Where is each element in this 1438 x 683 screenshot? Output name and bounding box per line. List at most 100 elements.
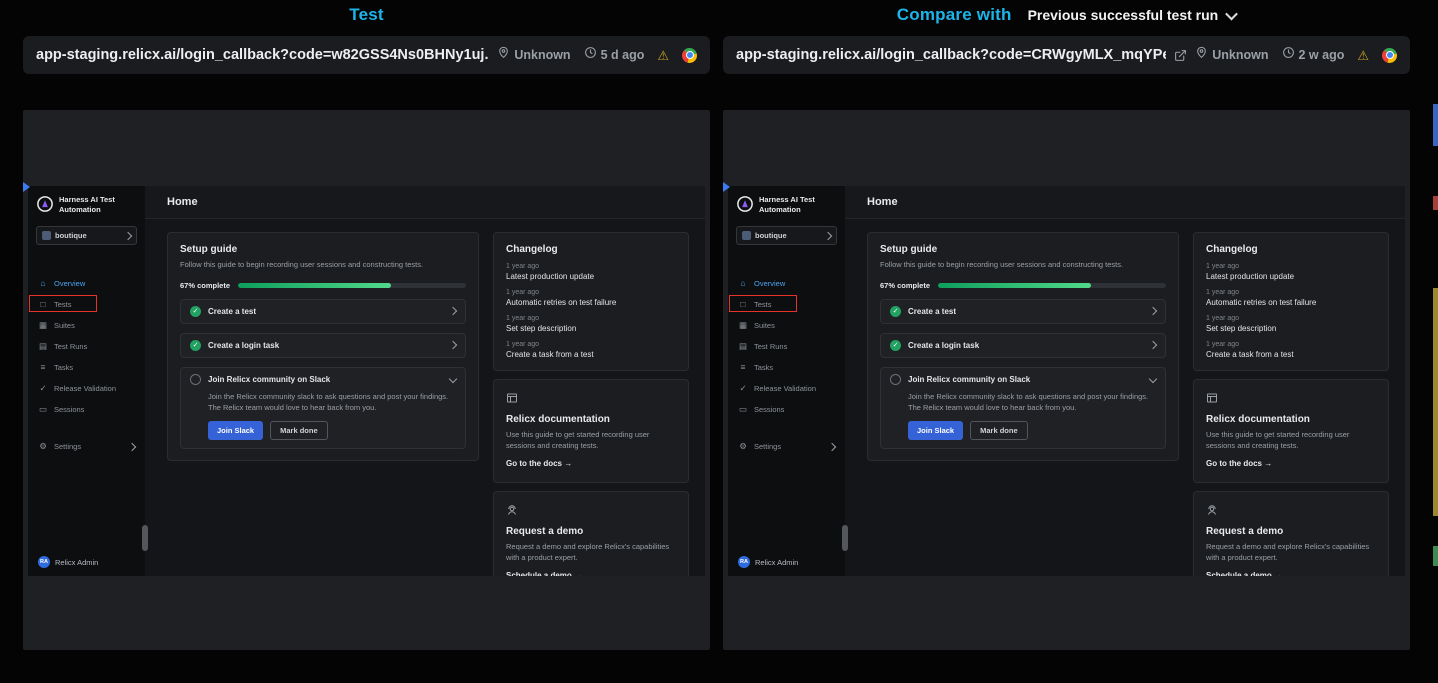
documentation-title: Relicx documentation [506, 414, 676, 425]
app-content: Setup guide Follow this guide to begin r… [145, 219, 705, 576]
setup-guide-card: Setup guide Follow this guide to begin r… [167, 232, 479, 461]
changelog-title: Changelog [506, 244, 676, 255]
chevron-right-icon [1149, 341, 1157, 349]
chevron-right-icon [1149, 307, 1157, 315]
brand-logo-icon [736, 195, 754, 218]
progress-bar [238, 283, 466, 288]
changelog-entry: 1 year ago Latest production update [1206, 263, 1376, 281]
sidebar-item-settings[interactable]: ⚙ Settings [728, 436, 845, 457]
setup-task-join-slack[interactable]: Join Relicx community on Slack Join the … [880, 367, 1166, 450]
chevron-right-icon [828, 442, 836, 450]
go-to-docs-link[interactable]: Go to the docs → [506, 459, 572, 468]
setup-task-create-login-task[interactable]: ✓ Create a login task [880, 333, 1166, 358]
changelog-entry: 1 year ago Create a task from a test [506, 341, 676, 359]
list-icon: ▤ [738, 342, 748, 351]
sidebar-item-overview[interactable]: ⌂ Overview [28, 273, 145, 294]
sidebar-item-suites[interactable]: ▦ Suites [728, 315, 845, 336]
setup-task-create-test[interactable]: ✓ Create a test [180, 299, 466, 324]
app-screenshot: Harness AI Test Automation boutique ⌂ Ov… [728, 186, 1405, 576]
documentation-icon [1206, 391, 1376, 409]
empty-circle-icon [890, 374, 901, 385]
sidebar-item-overview[interactable]: ⌂ Overview [728, 273, 845, 294]
time-group: 5 d ago [584, 46, 645, 64]
page-title: Home [867, 196, 898, 208]
setup-task-join-slack[interactable]: Join Relicx community on Slack Join the … [180, 367, 466, 450]
check-circle-icon: ✓ [190, 306, 201, 317]
task-description: Join the Relicx community slack to ask q… [208, 391, 456, 414]
home-icon: ⌂ [738, 279, 748, 288]
task-description: Join the Relicx community slack to ask q… [908, 391, 1156, 414]
join-slack-button[interactable]: Join Slack [908, 421, 963, 440]
sidebar-item-tasks[interactable]: ≡ Tasks [28, 357, 145, 378]
sidebar-item-test-runs[interactable]: ▤ Test Runs [728, 336, 845, 357]
app-main: Home Setup guide Follow this guide to be… [145, 186, 705, 576]
setup-task-create-login-task[interactable]: ✓ Create a login task [180, 333, 466, 358]
warning-icon: ⚠ [1357, 49, 1369, 62]
location-text: Unknown [1212, 48, 1268, 62]
setup-progress: 67% complete [180, 281, 466, 290]
clock-icon [584, 46, 597, 64]
sidebar-item-release-validation[interactable]: ✓ Release Validation [28, 378, 145, 399]
changelog-entry: 1 year ago Create a task from a test [1206, 341, 1376, 359]
url-text: app-staging.relicx.ai/login_callback?cod… [36, 47, 489, 63]
go-to-docs-link[interactable]: Go to the docs → [1206, 459, 1272, 468]
selection-marker-icon [23, 182, 30, 192]
time-ago-text: 2 w ago [1299, 48, 1345, 62]
project-selector[interactable]: boutique [736, 226, 837, 245]
project-selector[interactable]: boutique [36, 226, 137, 245]
external-link-icon[interactable] [1174, 49, 1187, 62]
user-name: Relicx Admin [755, 558, 798, 567]
sidebar-item-test-runs[interactable]: ▤ Test Runs [28, 336, 145, 357]
sidebar-collapse-handle[interactable] [842, 525, 848, 551]
project-name: boutique [755, 231, 821, 240]
brand-name: Harness AI Test Automation [59, 195, 123, 215]
user-account[interactable]: RA Relicx Admin [728, 548, 845, 576]
progress-label: 67% complete [880, 281, 930, 290]
sidebar-collapse-handle[interactable] [142, 525, 148, 551]
mark-done-button[interactable]: Mark done [970, 421, 1028, 440]
project-icon [742, 231, 751, 240]
changelog-entry: 1 year ago Automatic retries on test fai… [506, 289, 676, 307]
brand-name: Harness AI Test Automation [759, 195, 823, 215]
demo-body: Request a demo and explore Relicx's capa… [1206, 542, 1376, 564]
app-header: Home [845, 186, 1405, 219]
setup-task-create-test[interactable]: ✓ Create a test [880, 299, 1166, 324]
documentation-card: Relicx documentation Use this guide to g… [1193, 379, 1389, 483]
check-circle-icon: ✓ [890, 306, 901, 317]
sidebar-item-tests[interactable]: □ Tests [28, 294, 145, 315]
sidebar-item-tasks[interactable]: ≡ Tasks [728, 357, 845, 378]
progress-fill [238, 283, 391, 288]
url-metadata: Unknown 5 d ago ⚠ [497, 46, 697, 64]
sidebar-item-release-validation[interactable]: ✓ Release Validation [728, 378, 845, 399]
chevron-right-icon [449, 307, 457, 315]
mark-done-button[interactable]: Mark done [270, 421, 328, 440]
sidebar-item-suites[interactable]: ▦ Suites [28, 315, 145, 336]
sidebar-item-settings[interactable]: ⚙ Settings [28, 436, 145, 457]
sidebar-item-tests[interactable]: □ Tests [728, 294, 845, 315]
changelog-entry: 1 year ago Set step description [1206, 315, 1376, 333]
sidebar-item-sessions[interactable]: ▭ Sessions [28, 399, 145, 420]
tasks-icon: ≡ [738, 363, 748, 372]
schedule-demo-link[interactable]: Schedule a demo → [506, 571, 582, 577]
chevron-right-icon [449, 341, 457, 349]
sidebar-item-sessions[interactable]: ▭ Sessions [728, 399, 845, 420]
url-bar[interactable]: app-staging.relicx.ai/login_callback?cod… [723, 36, 1410, 74]
scrollbar-minimap[interactable] [1433, 0, 1438, 683]
location-pin-icon [1195, 46, 1208, 64]
join-slack-button[interactable]: Join Slack [208, 421, 263, 440]
minimap-segment [1433, 546, 1438, 566]
demo-title: Request a demo [506, 526, 676, 537]
url-bar[interactable]: app-staging.relicx.ai/login_callback?cod… [23, 36, 710, 74]
schedule-demo-link[interactable]: Schedule a demo → [1206, 571, 1282, 577]
tests-highlight-box [729, 295, 797, 312]
gear-icon: ⚙ [38, 442, 48, 451]
chevron-right-icon [128, 442, 136, 450]
user-account[interactable]: RA Relicx Admin [28, 548, 145, 576]
progress-bar [938, 283, 1166, 288]
demo-person-icon [1206, 503, 1376, 521]
page-title: Home [167, 196, 198, 208]
url-metadata: Unknown 2 w ago ⚠ [1195, 46, 1397, 64]
sessions-icon: ▭ [738, 405, 748, 414]
tests-highlight-box [29, 295, 97, 312]
time-ago-text: 5 d ago [601, 48, 645, 62]
